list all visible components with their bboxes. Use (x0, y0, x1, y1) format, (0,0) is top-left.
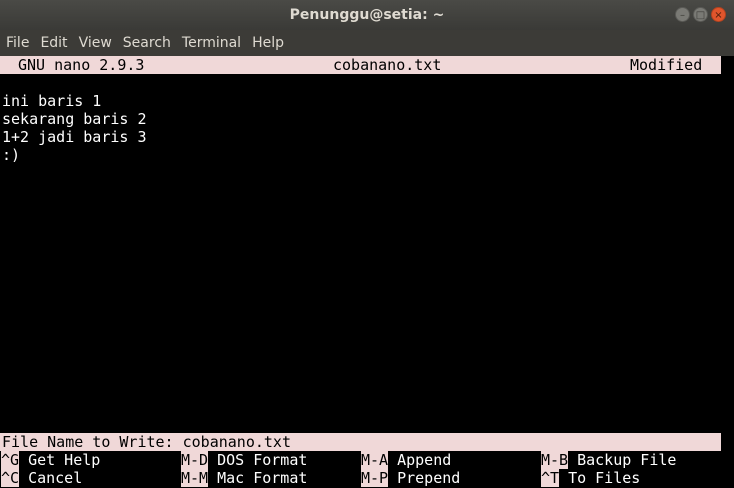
nano-title-bar: GNU nano 2.9.3 cobanano.txt Modified (0, 56, 721, 74)
shortcut-dos-format[interactable]: M-D DOS Format (181, 451, 307, 469)
filename-prompt-text[interactable]: File Name to Write: cobanano.txt (0, 433, 291, 451)
shortcut-label: To Files (568, 469, 641, 487)
scrollbar[interactable] (721, 56, 734, 488)
shortcut-label: Backup File (577, 451, 677, 469)
shortcut-to-files[interactable]: ^T To Files (541, 469, 640, 487)
shortcut-key: ^G (1, 451, 20, 469)
shortcut-key: M-P (361, 469, 389, 487)
shortcut-key: M-B (541, 451, 569, 469)
menu-edit[interactable]: Edit (34, 35, 72, 51)
filename-prompt[interactable]: File Name to Write: cobanano.txt (0, 433, 721, 451)
maximize-icon[interactable]: □ (693, 7, 708, 22)
nano-filename: cobanano.txt (333, 56, 442, 74)
window-title: Penunggu@setia: ~ (289, 7, 445, 23)
minimize-icon[interactable]: – (675, 7, 690, 22)
nano-status: Modified (630, 56, 703, 74)
shortcut-row-1: ^G Get Help M-D DOS Format M-A Append M-B Ba… (0, 451, 721, 469)
shortcut-label: Prepend (397, 469, 461, 487)
shortcut-prepend[interactable]: M-P Prepend (361, 469, 460, 487)
window-controls: – □ × (675, 7, 726, 22)
shortcut-label: Append (397, 451, 452, 469)
shortcut-label: Get Help (28, 451, 101, 469)
shortcut-get-help[interactable]: ^G Get Help (1, 451, 100, 469)
menu-bar: File Edit View Search Terminal Help (0, 30, 734, 56)
shortcut-key: M-A (361, 451, 389, 469)
text-line-4[interactable]: :) (2, 146, 20, 164)
shortcut-append[interactable]: M-A Append (361, 451, 451, 469)
shortcut-label: Cancel (28, 469, 83, 487)
text-line-1[interactable]: ini baris 1 (2, 92, 101, 110)
menu-terminal[interactable]: Terminal (176, 35, 246, 51)
shortcut-key: M-D (181, 451, 209, 469)
menu-help[interactable]: Help (246, 35, 289, 51)
shortcut-key: ^T (541, 469, 560, 487)
title-bar[interactable]: Penunggu@setia: ~ – □ × (0, 0, 734, 30)
shortcut-key: M-M (181, 469, 209, 487)
shortcut-label: Mac Format (217, 469, 308, 487)
nano-version: GNU nano 2.9.3 (18, 56, 145, 74)
text-line-3[interactable]: 1+2 jadi baris 3 (2, 128, 147, 146)
shortcut-mac-format[interactable]: M-M Mac Format (181, 469, 307, 487)
shortcut-key: ^C (1, 469, 20, 487)
menu-file[interactable]: File (0, 35, 34, 51)
menu-search[interactable]: Search (117, 35, 176, 51)
close-icon[interactable]: × (711, 7, 726, 22)
text-line-2[interactable]: sekarang baris 2 (2, 110, 147, 128)
shortcut-backup-file[interactable]: M-B Backup File (541, 451, 676, 469)
terminal-window: Penunggu@setia: ~ – □ × File Edit View S… (0, 0, 734, 488)
menu-view[interactable]: View (73, 35, 117, 51)
shortcut-cancel[interactable]: ^C Cancel (1, 469, 82, 487)
terminal-area[interactable]: GNU nano 2.9.3 cobanano.txt Modified ini… (0, 56, 721, 488)
shortcut-label: DOS Format (217, 451, 308, 469)
shortcut-row-2: ^C Cancel M-M Mac Format M-P Prepend ^T To F… (0, 469, 721, 487)
